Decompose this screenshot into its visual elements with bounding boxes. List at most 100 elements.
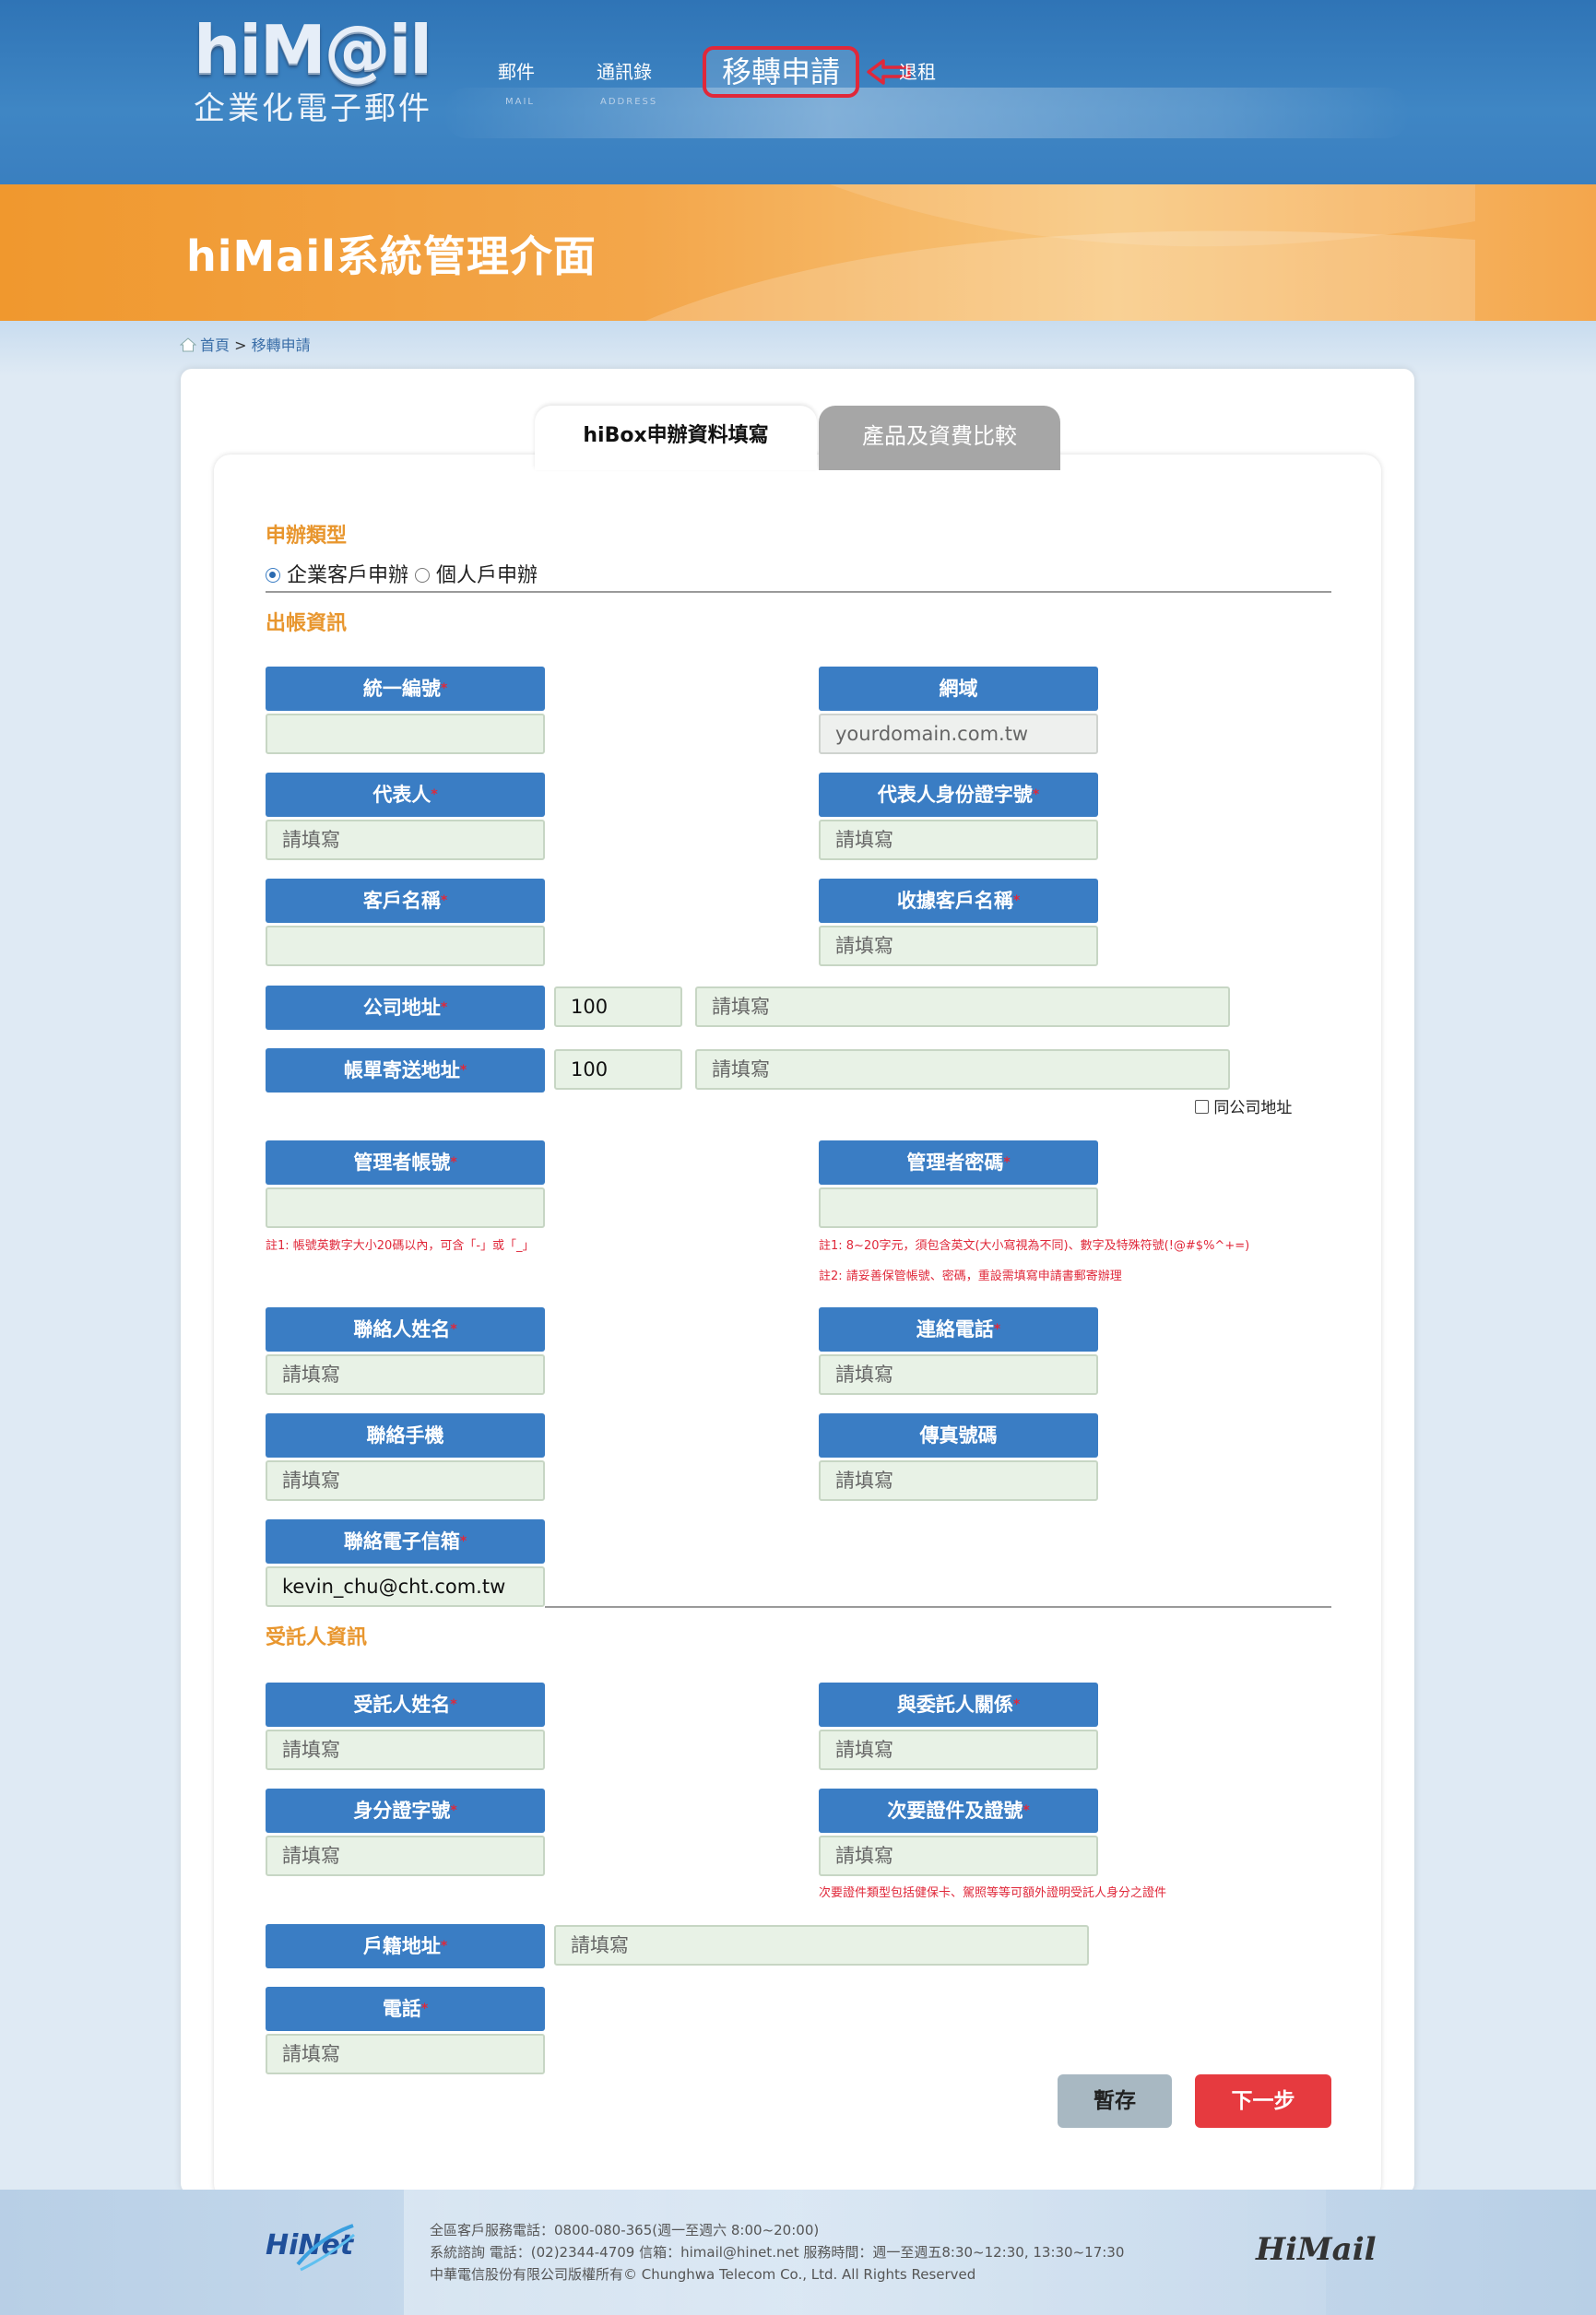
label-admin-password: 管理者密碼* bbox=[819, 1140, 1098, 1185]
customer-name-input[interactable] bbox=[266, 926, 545, 966]
section-apply-type: 申辦類型 bbox=[266, 525, 348, 548]
footer-service-phone: 全區客戶服務電話：0800-080-365(週一至週六 8:00~20:00) bbox=[430, 2222, 820, 2238]
breadcrumb-home[interactable]: 首頁 bbox=[200, 337, 230, 354]
tax-id-input[interactable] bbox=[266, 714, 545, 754]
label-fax: 傳真號碼 bbox=[819, 1413, 1098, 1458]
label-secondary-id: 次要證件及證號* bbox=[819, 1789, 1098, 1833]
trustee-id-input[interactable]: 請填寫 bbox=[266, 1836, 545, 1876]
label-text: 電話 bbox=[382, 1998, 421, 2020]
logo-text: hiM@il bbox=[194, 11, 432, 89]
required-mark: * bbox=[440, 893, 448, 908]
label-company-address: 公司地址* bbox=[266, 986, 545, 1030]
nav-cancel-rent[interactable]: 退租 bbox=[899, 57, 936, 84]
bill-zip-input[interactable]: 100 bbox=[554, 1049, 682, 1090]
radio-enterprise-label[interactable]: 企業客戶申辦 bbox=[287, 564, 408, 587]
label-mobile: 聯絡手機 bbox=[266, 1413, 545, 1458]
label-text: 聯絡人姓名 bbox=[353, 1318, 451, 1341]
breadcrumb: 首頁 > 移轉申請 bbox=[179, 333, 311, 355]
same-address-label[interactable]: 同公司地址 bbox=[1213, 1099, 1292, 1117]
nav-address[interactable]: 通訊錄 bbox=[597, 57, 652, 84]
household-address-input[interactable]: 請填寫 bbox=[554, 1925, 1089, 1966]
tab-application-form[interactable]: hiBox申辦資料填寫 bbox=[535, 406, 817, 470]
admin-password-input[interactable] bbox=[819, 1187, 1098, 1228]
required-mark: * bbox=[1023, 1803, 1030, 1818]
label-text: 受託人姓名 bbox=[353, 1694, 451, 1716]
label-household-address: 戶籍地址* bbox=[266, 1924, 545, 1968]
label-representative: 代表人* bbox=[266, 773, 545, 817]
required-mark: * bbox=[1032, 787, 1040, 802]
label-text: 代表人身份證字號 bbox=[877, 784, 1033, 806]
label-domain: 網域 bbox=[819, 667, 1098, 711]
label-trustee-phone: 電話* bbox=[266, 1987, 545, 2031]
required-mark: * bbox=[1012, 893, 1021, 908]
label-bill-address: 帳單寄送地址* bbox=[266, 1048, 545, 1093]
required-mark: * bbox=[450, 1322, 457, 1337]
radio-personal[interactable] bbox=[415, 568, 431, 583]
breadcrumb-current: 移轉申請 bbox=[251, 337, 311, 354]
admin-account-input[interactable] bbox=[266, 1187, 545, 1228]
secondary-id-note: 次要證件類型包括健保卡、駕照等等可額外證明受託人身分之證件 bbox=[819, 1886, 1167, 1900]
domain-input[interactable]: yourdomain.com.tw bbox=[819, 714, 1098, 754]
page-title: hiMail系統管理介面 bbox=[186, 231, 597, 281]
nav-transfer-apply[interactable]: 移轉申請 bbox=[703, 46, 859, 98]
next-step-button[interactable]: 下一步 bbox=[1195, 2074, 1331, 2128]
himail-footer-logo: HiMail bbox=[1256, 2231, 1377, 2268]
required-mark: * bbox=[1012, 1697, 1021, 1712]
mobile-input[interactable]: 請填寫 bbox=[266, 1460, 545, 1501]
label-trustee-id: 身分證字號* bbox=[266, 1789, 545, 1833]
trustee-relation-input[interactable]: 請填寫 bbox=[819, 1730, 1098, 1770]
label-text: 公司地址 bbox=[362, 997, 441, 1019]
logo-subtitle: 企業化電子郵件 bbox=[194, 90, 432, 127]
himail-logo[interactable]: hiM@il 企業化電子郵件 bbox=[194, 11, 443, 127]
same-address-checkbox[interactable] bbox=[1195, 1100, 1209, 1114]
label-text: 管理者帳號 bbox=[353, 1152, 451, 1174]
label-email: 聯絡電子信箱* bbox=[266, 1519, 545, 1564]
save-draft-button[interactable]: 暫存 bbox=[1058, 2074, 1172, 2128]
label-text: 客戶名稱 bbox=[362, 890, 441, 912]
receipt-name-input[interactable]: 請填寫 bbox=[819, 926, 1098, 966]
label-text: 收據客戶名稱 bbox=[896, 890, 1013, 912]
email-input[interactable]: kevin_chu@cht.com.tw bbox=[266, 1566, 545, 1607]
label-text: 戶籍地址 bbox=[362, 1935, 441, 1957]
contact-phone-input[interactable]: 請填寫 bbox=[819, 1354, 1098, 1395]
section-trustee-info: 受託人資訊 bbox=[266, 1626, 368, 1649]
trustee-phone-input[interactable]: 請填寫 bbox=[266, 2034, 545, 2074]
required-mark: * bbox=[450, 1155, 457, 1170]
bill-address-input[interactable]: 請填寫 bbox=[695, 1049, 1230, 1090]
tab-product-comparison[interactable]: 產品及資費比較 bbox=[819, 406, 1060, 470]
secondary-id-input[interactable]: 請填寫 bbox=[819, 1836, 1098, 1876]
label-text: 次要證件及證號 bbox=[887, 1800, 1023, 1822]
label-contact-name: 聯絡人姓名* bbox=[266, 1307, 545, 1352]
apply-type-options: 企業客戶申辦 個人戶申辦 bbox=[266, 559, 538, 588]
header-nav-band bbox=[443, 88, 1411, 138]
fax-input[interactable]: 請填寫 bbox=[819, 1460, 1098, 1501]
required-mark: * bbox=[420, 2002, 429, 2016]
section-billing-info: 出帳資訊 bbox=[266, 612, 348, 635]
divider bbox=[266, 591, 1331, 593]
label-customer-name: 客戶名稱* bbox=[266, 879, 545, 923]
representative-input[interactable]: 請填寫 bbox=[266, 820, 545, 860]
required-mark: * bbox=[450, 1803, 457, 1818]
company-zip-input[interactable]: 100 bbox=[554, 986, 682, 1027]
nav-address-sub: ADDRESS bbox=[600, 97, 658, 107]
label-receipt-name: 收據客戶名稱* bbox=[819, 879, 1098, 923]
same-address-option: 同公司地址 bbox=[1195, 1094, 1292, 1117]
required-mark: * bbox=[440, 1939, 448, 1954]
trustee-name-input[interactable]: 請填寫 bbox=[266, 1730, 545, 1770]
company-address-input[interactable]: 請填寫 bbox=[695, 986, 1230, 1027]
label-text: 連絡電話 bbox=[916, 1318, 994, 1341]
nav-mail[interactable]: 郵件 bbox=[498, 57, 535, 84]
label-trustee-name: 受託人姓名* bbox=[266, 1683, 545, 1727]
label-text: 與委託人關係 bbox=[896, 1694, 1013, 1716]
label-contact-phone: 連絡電話* bbox=[819, 1307, 1098, 1352]
required-mark: * bbox=[1003, 1155, 1011, 1170]
contact-name-input[interactable]: 請填寫 bbox=[266, 1354, 545, 1395]
rep-id-input[interactable]: 請填寫 bbox=[819, 820, 1098, 860]
required-mark: * bbox=[459, 1534, 467, 1549]
label-text: 代表人 bbox=[372, 784, 432, 806]
label-text: 聯絡電子信箱 bbox=[343, 1530, 460, 1553]
label-tax-id: 統一編號* bbox=[266, 667, 545, 711]
radio-enterprise[interactable] bbox=[266, 568, 280, 583]
radio-personal-label[interactable]: 個人戶申辦 bbox=[436, 564, 538, 587]
home-icon[interactable] bbox=[179, 337, 197, 352]
